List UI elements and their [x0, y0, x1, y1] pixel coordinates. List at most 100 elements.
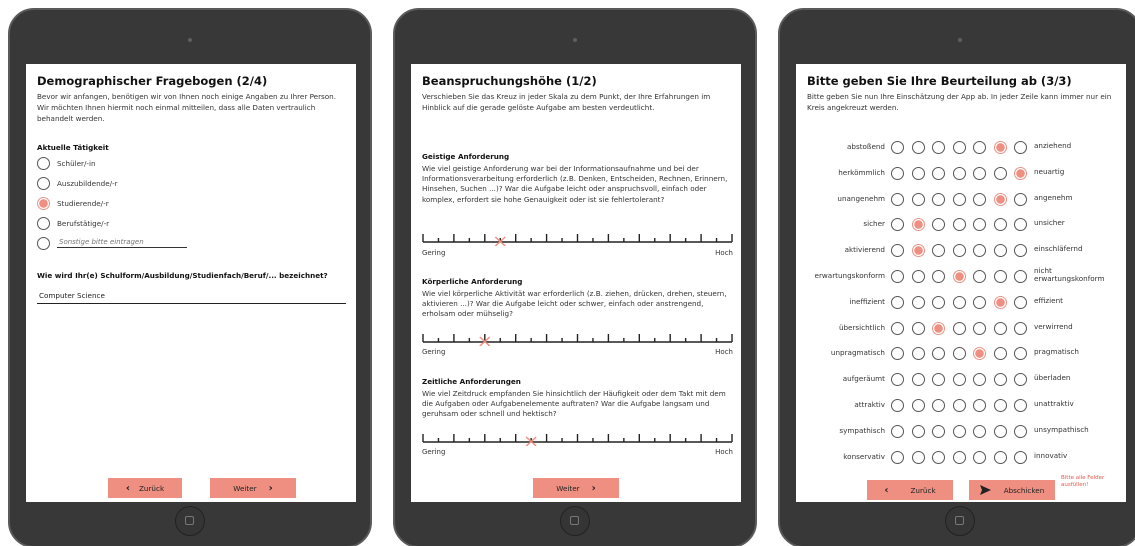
rating-radio-selected[interactable]	[1014, 166, 1027, 180]
rating-radio-selected[interactable]	[993, 295, 1007, 309]
rating-radio[interactable]	[973, 321, 986, 335]
rating-radio[interactable]	[911, 141, 925, 154]
rating-radio[interactable]	[891, 347, 904, 361]
option-row[interactable]: Studierende/-r	[37, 196, 109, 210]
rating-radio[interactable]	[932, 373, 945, 387]
rating-radio[interactable]	[952, 166, 966, 180]
rating-radio-selected[interactable]	[911, 218, 925, 232]
rating-radio[interactable]	[993, 399, 1007, 412]
rating-radio[interactable]	[891, 270, 904, 283]
rating-radio[interactable]	[891, 244, 904, 258]
rating-radio[interactable]	[973, 244, 986, 258]
rating-radio[interactable]	[973, 218, 986, 232]
workload-scale[interactable]	[422, 230, 733, 246]
rating-radio[interactable]	[911, 399, 925, 412]
workload-scale[interactable]	[422, 330, 733, 346]
rating-radio[interactable]	[932, 450, 945, 464]
rating-radio[interactable]	[993, 166, 1007, 180]
option-row[interactable]: Auszubildende/-r	[37, 176, 118, 190]
rating-radio[interactable]	[891, 321, 904, 335]
rating-radio-selected[interactable]	[993, 192, 1007, 206]
workload-scale[interactable]	[422, 430, 733, 446]
rating-radio[interactable]	[1014, 244, 1027, 258]
rating-radio[interactable]	[973, 399, 986, 412]
rating-radio[interactable]	[932, 218, 945, 232]
rating-radio[interactable]	[911, 424, 925, 438]
rating-radio[interactable]	[993, 373, 1007, 387]
rating-radio[interactable]	[952, 192, 966, 206]
rating-radio[interactable]	[911, 166, 925, 180]
rating-radio[interactable]	[952, 141, 966, 154]
back-button[interactable]: ‹ Zurück	[108, 478, 182, 498]
rating-radio[interactable]	[1014, 321, 1027, 335]
rating-radio[interactable]	[1014, 399, 1027, 412]
rating-radio[interactable]	[1014, 270, 1027, 283]
rating-radio[interactable]	[1014, 373, 1027, 387]
rating-radio[interactable]	[891, 166, 904, 180]
rating-radio[interactable]	[952, 450, 966, 464]
rating-radio[interactable]	[1014, 192, 1027, 206]
rating-radio[interactable]	[891, 141, 904, 154]
rating-radio[interactable]	[973, 166, 986, 180]
rating-radio[interactable]	[932, 295, 945, 309]
submit-button[interactable]: Abschicken	[969, 480, 1055, 500]
rating-radio[interactable]	[1014, 347, 1027, 361]
rating-radio[interactable]	[891, 192, 904, 206]
radio-button[interactable]	[37, 236, 50, 250]
rating-radio[interactable]	[911, 450, 925, 464]
rating-radio[interactable]	[993, 218, 1007, 232]
rating-radio[interactable]	[932, 424, 945, 438]
option-row-other[interactable]	[37, 236, 187, 250]
rating-radio-selected[interactable]	[993, 141, 1007, 154]
other-input[interactable]	[57, 238, 187, 248]
rating-radio[interactable]	[993, 424, 1007, 438]
rating-radio[interactable]	[952, 295, 966, 309]
rating-radio[interactable]	[952, 218, 966, 232]
rating-radio[interactable]	[932, 192, 945, 206]
rating-radio[interactable]	[952, 321, 966, 335]
rating-radio[interactable]	[973, 424, 986, 438]
rating-radio[interactable]	[911, 347, 925, 361]
rating-radio[interactable]	[952, 347, 966, 361]
rating-radio[interactable]	[973, 192, 986, 206]
rating-radio-selected[interactable]	[932, 321, 945, 335]
rating-radio[interactable]	[952, 244, 966, 258]
home-button[interactable]	[175, 506, 205, 536]
rating-radio[interactable]	[993, 450, 1007, 464]
rating-radio[interactable]	[932, 244, 945, 258]
radio-button[interactable]	[37, 176, 50, 190]
rating-radio[interactable]	[932, 141, 945, 154]
rating-radio[interactable]	[952, 373, 966, 387]
rating-radio[interactable]	[891, 450, 904, 464]
rating-radio[interactable]	[993, 244, 1007, 258]
rating-radio[interactable]	[932, 166, 945, 180]
rating-radio[interactable]	[911, 192, 925, 206]
rating-radio[interactable]	[891, 218, 904, 232]
rating-radio[interactable]	[952, 399, 966, 412]
rating-radio[interactable]	[973, 295, 986, 309]
option-row[interactable]: Schüler/-in	[37, 156, 96, 170]
rating-radio[interactable]	[993, 270, 1007, 283]
rating-radio[interactable]	[973, 270, 986, 283]
radio-button-selected[interactable]	[37, 196, 50, 210]
radio-button[interactable]	[37, 216, 50, 230]
back-button[interactable]: ‹ Zurück	[867, 480, 953, 500]
radio-button[interactable]	[37, 156, 50, 170]
school-input[interactable]	[37, 291, 346, 304]
rating-radio[interactable]	[973, 450, 986, 464]
rating-radio-selected[interactable]	[973, 347, 986, 361]
rating-radio[interactable]	[993, 321, 1007, 335]
next-button[interactable]: Weiter ›	[533, 478, 619, 498]
rating-radio[interactable]	[891, 373, 904, 387]
rating-radio[interactable]	[973, 141, 986, 154]
rating-radio[interactable]	[1014, 450, 1027, 464]
rating-radio[interactable]	[891, 424, 904, 438]
rating-radio[interactable]	[952, 424, 966, 438]
next-button[interactable]: Weiter ›	[210, 478, 296, 498]
rating-radio[interactable]	[1014, 141, 1027, 154]
rating-radio[interactable]	[932, 399, 945, 412]
rating-radio[interactable]	[932, 270, 945, 283]
rating-radio[interactable]	[1014, 295, 1027, 309]
home-button[interactable]	[560, 506, 590, 536]
rating-radio-selected[interactable]	[911, 244, 925, 258]
